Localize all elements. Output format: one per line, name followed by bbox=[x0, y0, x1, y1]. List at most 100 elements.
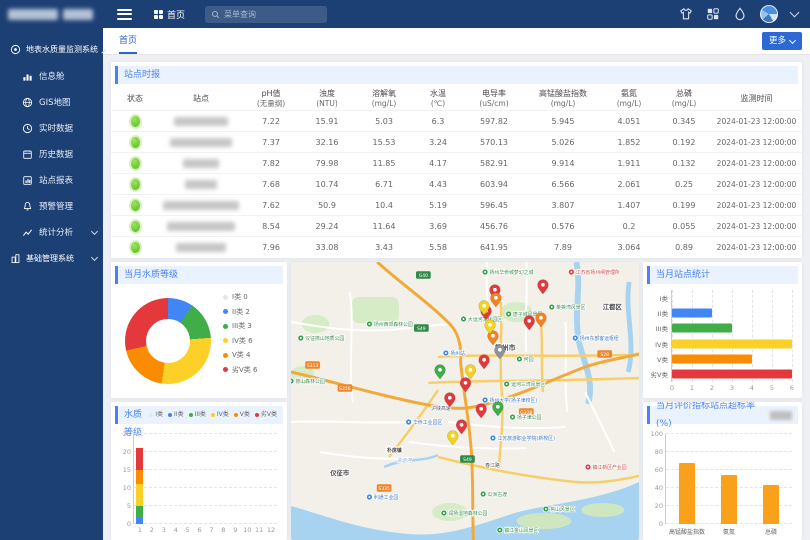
stations-map[interactable]: G40S49S49S353S356G328S28S335 仪征捺山地质公园扬州西… bbox=[291, 262, 639, 540]
site-name-redacted bbox=[183, 159, 219, 168]
theme-skin-icon[interactable] bbox=[679, 7, 693, 21]
cell-value: 33.08 bbox=[299, 243, 355, 252]
sidebar-group-0[interactable]: 地表水质量监测系统 bbox=[0, 36, 103, 63]
exceed-rate-title: 当月评价指标站点超标率(%) bbox=[647, 406, 798, 424]
cell-value: 6.3 bbox=[413, 117, 463, 126]
cell-value: 603.94 bbox=[463, 180, 525, 189]
sidebar-item-label: 实时数据 bbox=[39, 122, 73, 134]
legend-item[interactable]: III类 bbox=[189, 406, 206, 424]
cell-value: 3.064 bbox=[601, 243, 657, 252]
legend-item[interactable]: II类 bbox=[168, 406, 184, 424]
sidebar-collapse-button[interactable] bbox=[117, 9, 132, 20]
column-header: 总磷(mg/L) bbox=[657, 89, 711, 108]
stacked-bar-month-2 bbox=[148, 434, 155, 524]
water-label: 古运河 bbox=[397, 457, 413, 464]
road-label: 沪陕高速 bbox=[431, 405, 451, 412]
hbar-II类 bbox=[672, 309, 712, 318]
cell-time: 2024-01-23 12:00:00 bbox=[711, 201, 802, 210]
svg-text:华侨工业园区: 华侨工业园区 bbox=[413, 419, 442, 426]
legend-item[interactable]: I类 bbox=[149, 406, 163, 424]
map-poi: 瓜洲古渡 bbox=[480, 491, 507, 498]
legend-item[interactable]: I类 0 bbox=[223, 292, 257, 302]
user-avatar[interactable] bbox=[760, 5, 778, 23]
sidebar-group-1[interactable]: 基础管理系统 bbox=[0, 245, 103, 272]
stacked-bar-month-7 bbox=[208, 434, 215, 524]
cell-value: 597.82 bbox=[463, 117, 525, 126]
map-canvas[interactable]: G40S49S49S353S356G328S28S335 仪征捺山地质公园扬州西… bbox=[291, 262, 639, 540]
cell-time: 2024-01-23 12:00:00 bbox=[711, 180, 802, 189]
legend-item[interactable]: III类 3 bbox=[223, 321, 257, 331]
road-shield: S356 bbox=[338, 384, 353, 392]
cell-value: 1.407 bbox=[601, 201, 657, 210]
map-poi: 江苏省扬州闸管理所 bbox=[568, 269, 619, 276]
column-header: 水温(℃) bbox=[413, 89, 463, 108]
legend-item[interactable]: 劣V类 bbox=[255, 406, 277, 424]
vbar-氨氮 bbox=[721, 475, 737, 525]
svg-text:S49: S49 bbox=[463, 457, 472, 463]
sidebar-item-历史数据[interactable]: 历史数据 bbox=[0, 141, 103, 167]
road-shield: S49 bbox=[414, 324, 429, 332]
cell-time: 2024-01-23 12:00:00 bbox=[711, 159, 802, 168]
vbar-高锰酸盐指数 bbox=[679, 463, 695, 524]
cell-value: 4.17 bbox=[413, 159, 463, 168]
user-menu-chevron-icon[interactable] bbox=[790, 8, 800, 18]
status-dot-normal bbox=[131, 200, 140, 211]
legend-item[interactable]: 劣V类 6 bbox=[223, 365, 257, 375]
site-report-icon bbox=[22, 175, 33, 186]
cell-value: 4.051 bbox=[601, 117, 657, 126]
legend-item[interactable]: IV类 6 bbox=[223, 336, 257, 346]
cell-value: 7.82 bbox=[243, 159, 299, 168]
water-drop-icon[interactable] bbox=[733, 7, 747, 21]
legend-item[interactable]: IV类 bbox=[211, 406, 229, 424]
layout-dashboard-icon[interactable] bbox=[706, 7, 720, 21]
sidebar-item-label: 预警管理 bbox=[39, 200, 73, 212]
svg-text:扬州西郊森林公园: 扬州西郊森林公园 bbox=[374, 321, 413, 328]
sidebar-item-统计分析[interactable]: 统计分析 bbox=[0, 219, 103, 245]
more-label: 更多 bbox=[769, 32, 786, 50]
road-shield: S49 bbox=[460, 455, 475, 463]
sidebar-item-信息舱[interactable]: 信息舱 bbox=[0, 63, 103, 89]
city-label: 江都区 bbox=[603, 302, 623, 311]
info-panel-icon bbox=[22, 71, 33, 82]
cell-value: 3.69 bbox=[413, 222, 463, 231]
svg-text:扬州站: 扬州站 bbox=[450, 350, 465, 357]
station-report-title: 站点时报 bbox=[115, 66, 798, 84]
legend-item[interactable]: II类 2 bbox=[223, 307, 257, 317]
legend-item[interactable]: V类 4 bbox=[223, 350, 257, 360]
svg-text:S356: S356 bbox=[339, 386, 351, 392]
column-header: 电导率(uS/cm) bbox=[463, 89, 525, 108]
map-poi: 仪征捺山地质公园 bbox=[298, 335, 345, 342]
topbar-home-link[interactable]: 首页 bbox=[154, 8, 185, 21]
monthly-quality-card: 当月水质等级 I类 0II类 2III类 3IV类 6V类 4劣V类 6 bbox=[111, 262, 287, 398]
cell-value: 10.74 bbox=[299, 180, 355, 189]
road-shield: S353 bbox=[305, 361, 320, 369]
map-poi: 何园 bbox=[516, 356, 533, 363]
cell-value: 7.62 bbox=[243, 201, 299, 210]
menu-search[interactable] bbox=[205, 6, 327, 23]
search-icon bbox=[211, 10, 220, 19]
table-row: 7.3732.1615.533.24570.135.0261.8520.1922… bbox=[111, 131, 802, 152]
table-row: 8.5429.2411.643.69456.760.5760.20.055202… bbox=[111, 215, 802, 236]
sidebar-item-label: 信息舱 bbox=[39, 70, 65, 82]
sidebar-item-站点报表[interactable]: 站点报表 bbox=[0, 167, 103, 193]
more-button[interactable]: 更多 bbox=[762, 32, 802, 50]
legend-item[interactable]: V类 bbox=[234, 406, 250, 424]
city-label: 朴席镇 bbox=[387, 447, 402, 454]
yearly-legend: I类 II类 III类 IV类 V类劣V类 bbox=[149, 406, 277, 424]
svg-text:运河三湾风景区: 运河三湾风景区 bbox=[511, 381, 545, 388]
column-header: 浊度(NTU) bbox=[299, 89, 355, 108]
svg-text:瓜洲古渡: 瓜洲古渡 bbox=[488, 491, 508, 498]
sidebar-item-实时数据[interactable]: 实时数据 bbox=[0, 115, 103, 141]
logo-redacted bbox=[63, 9, 93, 20]
topbar: 首页 bbox=[0, 0, 810, 28]
yearly-stacked-chart: 0510152025123456789101112 bbox=[133, 434, 277, 524]
cell-value: 7.68 bbox=[243, 180, 299, 189]
cell-value: 2.061 bbox=[601, 180, 657, 189]
hbar-劣V类 bbox=[672, 370, 792, 379]
search-input[interactable] bbox=[224, 10, 314, 19]
tab-home[interactable]: 首页 bbox=[119, 28, 137, 54]
sidebar-item-GIS地图[interactable]: GIS地图 bbox=[0, 89, 103, 115]
chevron-down-icon bbox=[91, 227, 98, 234]
sidebar-item-预警管理[interactable]: 预警管理 bbox=[0, 193, 103, 219]
site-stats-hbar-chart: 0123456I类II类III类IV类V类劣V类 bbox=[671, 290, 792, 382]
